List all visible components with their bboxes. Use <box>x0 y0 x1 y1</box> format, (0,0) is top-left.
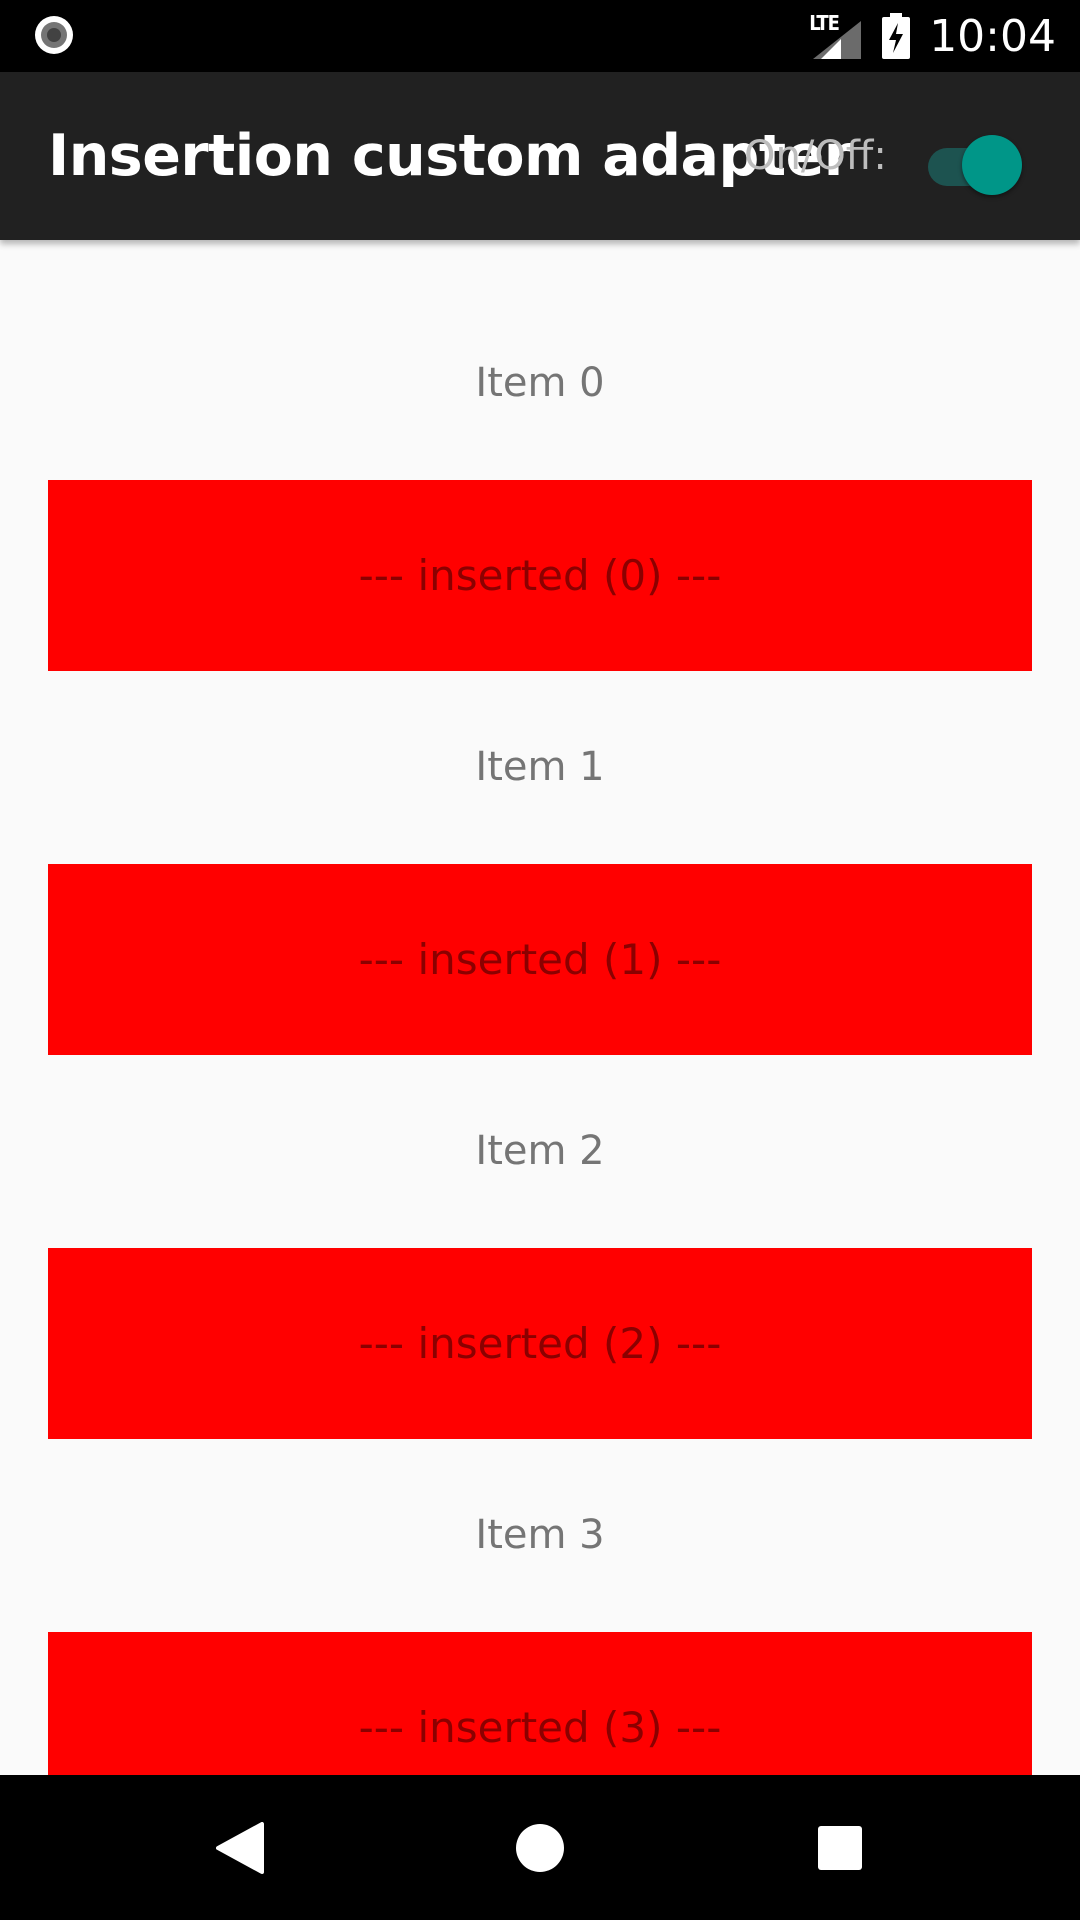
switch-label: On/Off: <box>744 133 887 179</box>
status-indicators: LTE 10:04 <box>807 0 1056 72</box>
on-off-toggle[interactable] <box>924 134 1024 195</box>
inserted-row[interactable]: --- inserted (3) --- <box>48 1632 1032 1775</box>
recents-button[interactable] <box>750 1775 930 1920</box>
list-item[interactable]: Item 1 <box>0 744 1080 790</box>
home-button[interactable] <box>450 1775 630 1920</box>
back-button[interactable] <box>150 1775 330 1920</box>
recents-icon <box>818 1825 862 1870</box>
battery-charging-icon <box>882 13 911 59</box>
inserted-row-label: --- inserted (3) --- <box>358 1703 722 1752</box>
list-item[interactable]: Item 2 <box>0 1128 1080 1174</box>
navigation-bar <box>0 1775 1080 1920</box>
inserted-row-label: --- inserted (1) --- <box>358 935 722 984</box>
app-bar: Insertion custom adapter On/Off: <box>0 72 1080 240</box>
list-item[interactable]: Item 0 <box>0 360 1080 406</box>
home-icon <box>516 1823 564 1872</box>
inserted-row-label: --- inserted (2) --- <box>358 1319 722 1368</box>
clock: 10:04 <box>929 10 1056 62</box>
inserted-row[interactable]: --- inserted (2) --- <box>48 1248 1032 1439</box>
network-indicator: LTE <box>807 11 863 59</box>
signal-icon <box>813 21 862 59</box>
record-icon <box>35 16 73 54</box>
item-list[interactable]: Item 0 --- inserted (0) --- Item 1 --- i… <box>0 240 1080 1775</box>
toggle-thumb[interactable] <box>962 135 1022 195</box>
page-title: Insertion custom adapter <box>48 123 852 189</box>
status-bar: LTE 10:04 <box>0 0 1080 72</box>
inserted-row[interactable]: --- inserted (0) --- <box>48 480 1032 671</box>
inserted-row-label: --- inserted (0) --- <box>358 551 722 600</box>
list-item[interactable]: Item 3 <box>0 1512 1080 1558</box>
inserted-row[interactable]: --- inserted (1) --- <box>48 864 1032 1055</box>
back-icon <box>216 1821 264 1874</box>
